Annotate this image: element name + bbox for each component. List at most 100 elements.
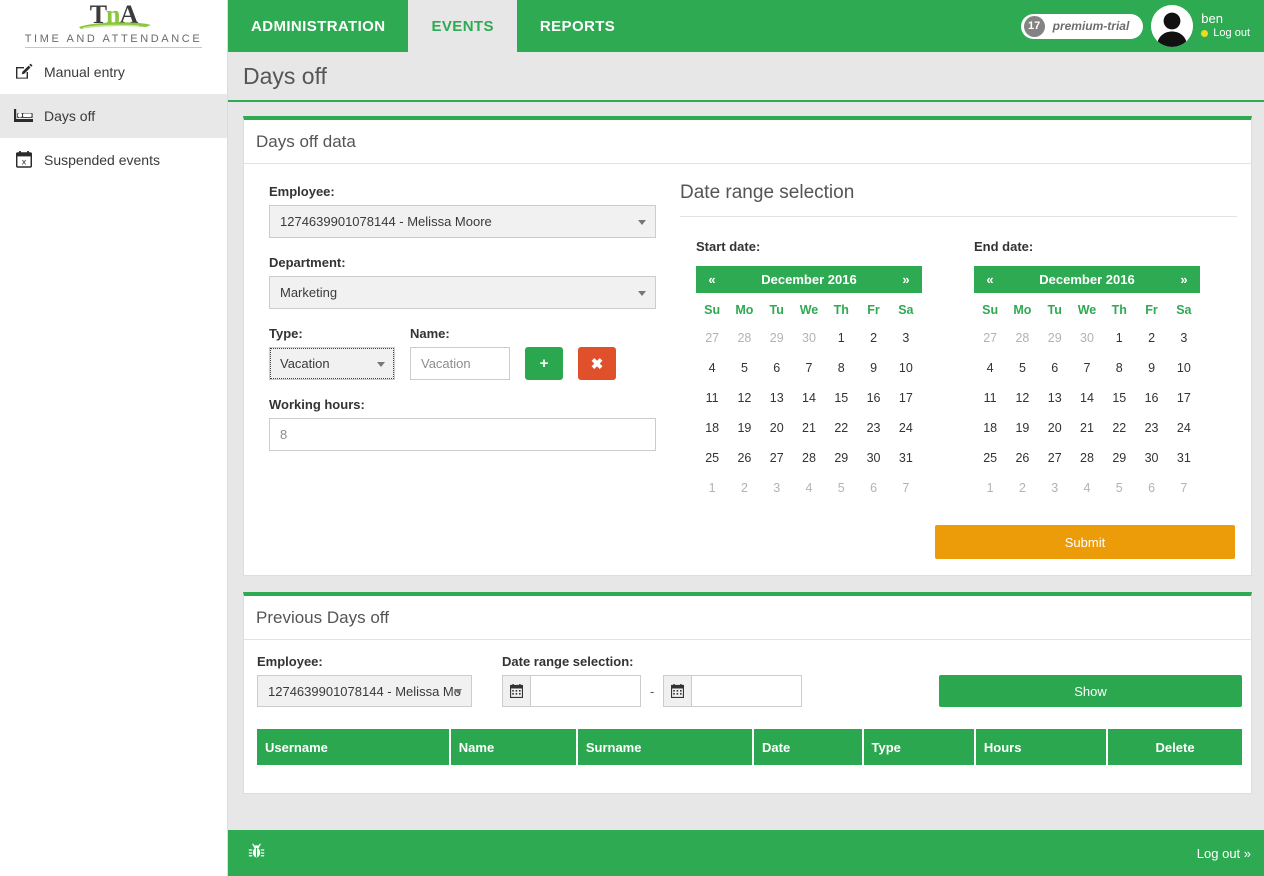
calendar-day-cell[interactable]: 1 (696, 473, 728, 503)
sidebar-item-suspended-events[interactable]: x Suspended events (0, 138, 227, 182)
calendar-day-cell[interactable]: 17 (1168, 383, 1200, 413)
calendar-day-cell[interactable]: 13 (761, 383, 793, 413)
calendar-day-cell[interactable]: 29 (1103, 443, 1135, 473)
calendar-day-cell[interactable]: 23 (1135, 413, 1167, 443)
calendar-day-cell[interactable]: 1 (825, 323, 857, 353)
tab-reports[interactable]: REPORTS (517, 0, 638, 52)
calendar-day-cell[interactable]: 6 (1039, 353, 1071, 383)
calendar-day-cell[interactable]: 29 (825, 443, 857, 473)
calendar-day-cell[interactable]: 11 (974, 383, 1006, 413)
calendar-day-cell[interactable]: 18 (974, 413, 1006, 443)
calendar-icon[interactable] (503, 676, 531, 706)
calendar-day-cell[interactable]: 28 (1071, 443, 1103, 473)
calendar-day-cell[interactable]: 2 (1135, 323, 1167, 353)
calendar-day-cell[interactable]: 12 (1006, 383, 1038, 413)
calendar-day-cell[interactable]: 30 (857, 443, 889, 473)
calendar-day-cell[interactable]: 5 (1103, 473, 1135, 503)
calendar-day-cell[interactable]: 22 (1103, 413, 1135, 443)
calendar-day-cell[interactable]: 8 (1103, 353, 1135, 383)
calendar-day-cell[interactable]: 6 (761, 353, 793, 383)
calendar-day-cell[interactable]: 13 (1039, 383, 1071, 413)
calendar-day-cell[interactable]: 8 (825, 353, 857, 383)
calendar-day-cell[interactable]: 20 (761, 413, 793, 443)
calendar-day-cell[interactable]: 7 (793, 353, 825, 383)
calendar-day-cell[interactable]: 30 (1071, 323, 1103, 353)
calendar-day-cell[interactable]: 26 (1006, 443, 1038, 473)
calendar-day-cell[interactable]: 15 (1103, 383, 1135, 413)
calendar-day-cell[interactable]: 27 (974, 323, 1006, 353)
calendar-day-cell[interactable]: 1 (974, 473, 1006, 503)
start-date-calendar[interactable]: « December 2016 » Su Mo Tu We Th Fr Sa 2… (696, 266, 922, 503)
employee-select[interactable]: 1274639901078144 - Melissa Moore (269, 205, 656, 238)
calendar-day-cell[interactable]: 9 (1135, 353, 1167, 383)
calendar-day-cell[interactable]: 27 (761, 443, 793, 473)
calendar-day-cell[interactable]: 4 (1071, 473, 1103, 503)
calendar-day-cell[interactable]: 3 (1168, 323, 1200, 353)
next-month-button[interactable]: » (1177, 272, 1191, 287)
calendar-day-cell[interactable]: 31 (1168, 443, 1200, 473)
calendar-day-cell[interactable]: 25 (974, 443, 1006, 473)
calendar-day-cell[interactable]: 19 (1006, 413, 1038, 443)
avatar[interactable] (1151, 5, 1194, 47)
previous-employee-select[interactable]: 1274639901078144 - Melissa Mo (257, 675, 472, 707)
header-logout-link[interactable]: Log out (1201, 27, 1250, 40)
calendar-day-cell[interactable]: 4 (793, 473, 825, 503)
footer-logout-link[interactable]: Log out » (1197, 846, 1251, 861)
working-hours-input[interactable]: 8 (269, 418, 656, 451)
calendar-day-cell[interactable]: 10 (890, 353, 922, 383)
name-input[interactable]: Vacation (410, 347, 510, 380)
calendar-day-cell[interactable]: 30 (793, 323, 825, 353)
calendar-day-cell[interactable]: 24 (890, 413, 922, 443)
date-from-input[interactable] (531, 676, 640, 706)
calendar-day-cell[interactable]: 6 (1135, 473, 1167, 503)
calendar-day-cell[interactable]: 24 (1168, 413, 1200, 443)
calendar-day-cell[interactable]: 7 (1168, 473, 1200, 503)
submit-button[interactable]: Submit (935, 525, 1235, 559)
calendar-day-cell[interactable]: 18 (696, 413, 728, 443)
calendar-day-cell[interactable]: 27 (696, 323, 728, 353)
calendar-day-cell[interactable]: 6 (857, 473, 889, 503)
calendar-day-cell[interactable]: 4 (696, 353, 728, 383)
calendar-day-cell[interactable]: 11 (696, 383, 728, 413)
calendar-day-cell[interactable]: 27 (1039, 443, 1071, 473)
department-select[interactable]: Marketing (269, 276, 656, 309)
calendar-day-cell[interactable]: 12 (728, 383, 760, 413)
calendar-day-cell[interactable]: 28 (1006, 323, 1038, 353)
calendar-day-cell[interactable]: 21 (793, 413, 825, 443)
show-button[interactable]: Show (939, 675, 1242, 707)
date-to-input[interactable] (692, 676, 802, 706)
calendar-day-cell[interactable]: 28 (793, 443, 825, 473)
calendar-day-cell[interactable]: 31 (890, 443, 922, 473)
calendar-day-cell[interactable]: 1 (1103, 323, 1135, 353)
calendar-day-cell[interactable]: 7 (890, 473, 922, 503)
tab-events[interactable]: EVENTS (408, 0, 517, 52)
calendar-day-cell[interactable]: 5 (1006, 353, 1038, 383)
next-month-button[interactable]: » (899, 272, 913, 287)
calendar-day-cell[interactable]: 7 (1071, 353, 1103, 383)
add-type-button[interactable]: + (525, 347, 563, 380)
calendar-day-cell[interactable]: 3 (1039, 473, 1071, 503)
calendar-day-cell[interactable]: 29 (761, 323, 793, 353)
calendar-day-cell[interactable]: 5 (728, 353, 760, 383)
calendar-day-cell[interactable]: 5 (825, 473, 857, 503)
calendar-day-cell[interactable]: 26 (728, 443, 760, 473)
calendar-icon[interactable] (664, 676, 693, 706)
calendar-day-cell[interactable]: 2 (1006, 473, 1038, 503)
calendar-day-cell[interactable]: 16 (857, 383, 889, 413)
calendar-day-cell[interactable]: 14 (1071, 383, 1103, 413)
calendar-day-cell[interactable]: 10 (1168, 353, 1200, 383)
remove-type-button[interactable]: ✖ (578, 347, 616, 380)
calendar-day-cell[interactable]: 3 (890, 323, 922, 353)
calendar-day-cell[interactable]: 28 (728, 323, 760, 353)
calendar-day-cell[interactable]: 3 (761, 473, 793, 503)
calendar-day-cell[interactable]: 21 (1071, 413, 1103, 443)
end-date-calendar[interactable]: « December 2016 » Su Mo Tu We Th Fr Sa 2… (974, 266, 1200, 503)
calendar-day-cell[interactable]: 22 (825, 413, 857, 443)
calendar-day-cell[interactable]: 30 (1135, 443, 1167, 473)
calendar-day-cell[interactable]: 16 (1135, 383, 1167, 413)
calendar-day-cell[interactable]: 20 (1039, 413, 1071, 443)
calendar-day-cell[interactable]: 14 (793, 383, 825, 413)
calendar-day-cell[interactable]: 2 (728, 473, 760, 503)
calendar-day-cell[interactable]: 4 (974, 353, 1006, 383)
bug-icon[interactable] (248, 842, 265, 864)
